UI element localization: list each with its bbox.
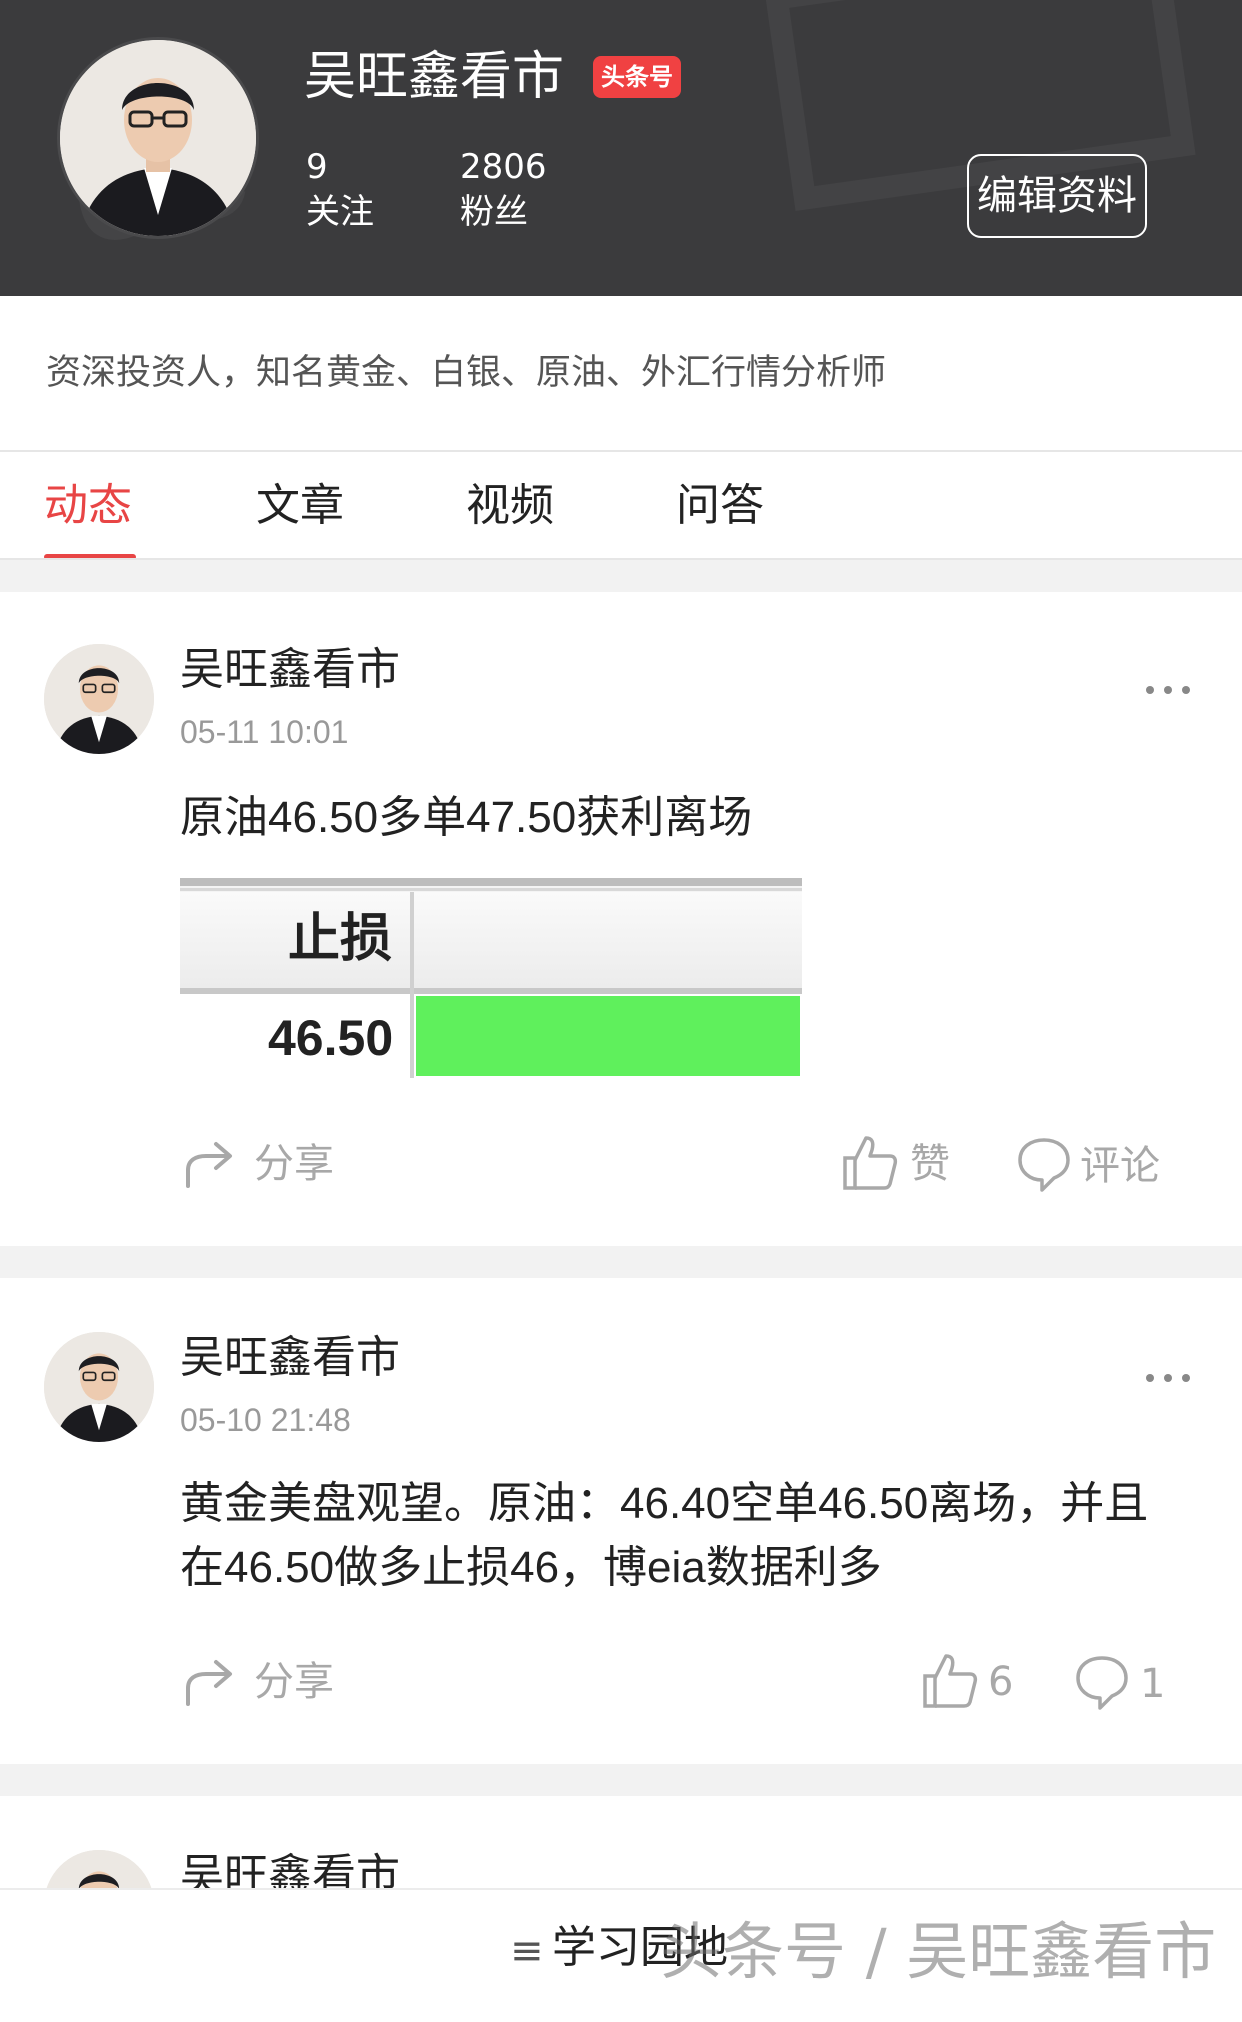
bottom-bar: ≡ 学习园地 头条号 / 吴旺鑫看市 xyxy=(0,1888,1242,2022)
comment-label: 评论 xyxy=(1080,1143,1160,1189)
fans-label: 粉丝 xyxy=(460,192,528,232)
like-label: 赞 xyxy=(910,1141,950,1187)
fans-count: 2806 xyxy=(460,147,547,187)
following-label: 关注 xyxy=(306,192,374,232)
share-label: 分享 xyxy=(254,1141,334,1187)
share-button[interactable]: 分享 xyxy=(182,1654,342,1714)
menu-icon[interactable]: ≡ xyxy=(510,1928,544,1974)
thumbs-up-icon xyxy=(923,1654,978,1708)
post-author-name[interactable]: 吴旺鑫看市 xyxy=(180,1330,400,1386)
following-count: 9 xyxy=(306,147,328,187)
image-green-cell xyxy=(416,996,800,1076)
source-watermark: 头条号 / 吴旺鑫看市 xyxy=(660,1915,1217,1988)
person-photo-icon xyxy=(44,644,154,754)
post-author-name[interactable]: 吴旺鑫看市 xyxy=(180,642,400,698)
share-button[interactable]: 分享 xyxy=(182,1136,342,1196)
more-options-icon[interactable] xyxy=(1144,1368,1192,1388)
fans-stat[interactable]: 2806 粉丝 xyxy=(460,146,547,236)
profile-header: ee 吴旺鑫看市 头条号 9 关注 2806 粉丝 编辑资料 xyxy=(0,0,1242,296)
thumbs-up-icon xyxy=(843,1136,898,1190)
image-stop-loss-value: 46.50 xyxy=(268,1010,394,1066)
speech-bubble-icon xyxy=(1018,1138,1070,1192)
post-timestamp: 05-10 21:48 xyxy=(180,1402,351,1438)
edit-profile-button[interactable]: 编辑资料 xyxy=(967,154,1147,238)
section-gap xyxy=(0,560,1242,592)
comment-button[interactable]: 1 xyxy=(1074,1652,1174,1716)
like-button[interactable]: 赞 xyxy=(842,1132,962,1196)
like-button[interactable]: 6 xyxy=(922,1650,1022,1714)
tab-videos[interactable]: 视频 xyxy=(466,476,554,536)
share-label: 分享 xyxy=(254,1659,334,1705)
like-count: 6 xyxy=(988,1659,1014,1705)
share-arrow-icon xyxy=(186,1660,232,1706)
bio-divider xyxy=(0,450,1242,452)
tab-dynamics[interactable]: 动态 xyxy=(44,476,132,536)
comment-button[interactable]: 评论 xyxy=(1016,1134,1176,1198)
toutiao-badge: 头条号 xyxy=(593,56,681,98)
post-text[interactable]: 原油46.50多单47.50获利离场 xyxy=(180,786,1190,850)
person-photo-icon xyxy=(44,1332,154,1442)
post-author-avatar[interactable] xyxy=(44,1332,154,1442)
tab-articles[interactable]: 文章 xyxy=(256,476,344,536)
post-separator xyxy=(0,1764,1242,1796)
image-stop-loss-label: 止损 xyxy=(288,909,393,969)
post-separator xyxy=(0,1246,1242,1278)
following-stat[interactable]: 9 关注 xyxy=(306,146,374,236)
profile-name: 吴旺鑫看市 xyxy=(304,47,565,107)
post-timestamp: 05-11 10:01 xyxy=(180,714,349,750)
more-options-icon[interactable] xyxy=(1144,680,1192,700)
share-arrow-icon xyxy=(186,1142,232,1188)
speech-bubble-icon xyxy=(1076,1656,1128,1710)
post-image[interactable]: 止损 46.50 xyxy=(180,878,802,1078)
post-text[interactable]: 黄金美盘观望。原油：46.40空单46.50离场，并且在46.50做多止损46，… xyxy=(180,1472,1190,1600)
profile-avatar[interactable] xyxy=(60,40,256,236)
profile-bio: 资深投资人，知名黄金、白银、原油、外汇行情分析师 xyxy=(46,353,887,393)
comment-count: 1 xyxy=(1140,1661,1166,1707)
person-photo-icon xyxy=(60,40,256,236)
tab-qa[interactable]: 问答 xyxy=(676,476,764,536)
post-author-avatar[interactable] xyxy=(44,644,154,754)
